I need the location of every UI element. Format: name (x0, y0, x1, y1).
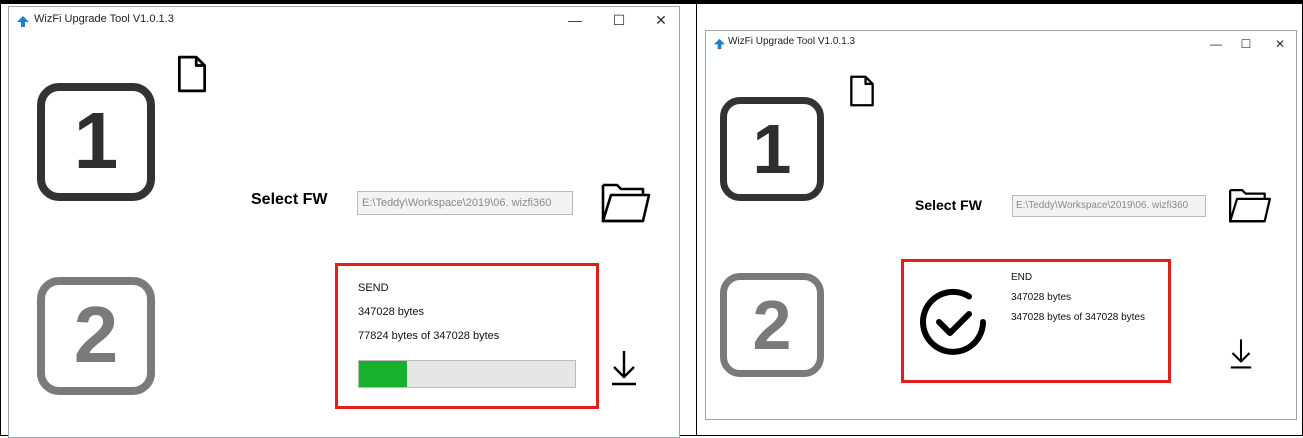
step-1-number: 1 (73, 96, 119, 185)
table-divider (696, 0, 697, 436)
title-bar[interactable]: WizFi Upgrade Tool V1.0.1.3 — ☐ ✕ (706, 31, 1296, 59)
upload-status-panel: SEND 347028 bytes 77824 bytes of 347028 … (335, 263, 599, 409)
step-1-badge: 1 (720, 97, 824, 201)
close-button[interactable]: ✕ (647, 9, 675, 31)
wizfi-app-icon (17, 16, 29, 27)
upload-status-panel: END 347028 bytes 347028 bytes of 347028 … (901, 259, 1171, 383)
step-2-number: 2 (73, 290, 119, 379)
fw-path-field[interactable]: E:\Teddy\Workspace\2019\06. wizfi360 (357, 191, 573, 215)
select-fw-label: Select FW (915, 197, 982, 213)
folder-open-icon[interactable] (1227, 185, 1273, 223)
progress-bar (358, 360, 576, 388)
status-text: END (1011, 272, 1033, 283)
file-size-text: 347028 bytes (1011, 292, 1072, 303)
close-button[interactable]: ✕ (1266, 33, 1294, 55)
progress-text: 347028 bytes of 347028 bytes (1011, 312, 1145, 323)
upgrade-window-sending: WizFi Upgrade Tool V1.0.1.3 — ☐ ✕ 1 Sele… (8, 6, 680, 438)
progress-bar-fill (359, 361, 408, 387)
window-title: WizFi Upgrade Tool V1.0.1.3 (728, 36, 856, 47)
window-title: WizFi Upgrade Tool V1.0.1.3 (34, 13, 174, 25)
fw-path-field[interactable]: E:\Teddy\Workspace\2019\06. wizfi360 (1012, 195, 1206, 217)
file-size-text: 347028 bytes (358, 306, 425, 318)
progress-text: 77824 bytes of 347028 bytes (358, 330, 500, 342)
step-2-badge: 2 (720, 273, 824, 377)
maximize-button[interactable]: ☐ (1232, 33, 1260, 55)
minimize-button[interactable]: — (561, 9, 589, 31)
minimize-button[interactable]: — (1202, 33, 1230, 55)
step-1-badge: 1 (37, 83, 155, 201)
file-icon[interactable] (175, 55, 209, 93)
title-bar[interactable]: WizFi Upgrade Tool V1.0.1.3 — ☐ ✕ (9, 7, 679, 35)
folder-open-icon[interactable] (600, 179, 652, 223)
step-2-badge: 2 (37, 277, 155, 395)
maximize-button[interactable]: ☐ (605, 9, 633, 31)
upgrade-window-complete: WizFi Upgrade Tool V1.0.1.3 — ☐ ✕ 1 Sele… (705, 30, 1297, 420)
check-circle-icon (920, 288, 986, 355)
download-arrow-icon[interactable] (1228, 336, 1254, 370)
wizfi-app-icon (713, 38, 726, 50)
file-icon[interactable] (848, 75, 876, 107)
download-arrow-icon[interactable] (609, 347, 639, 387)
select-fw-label: Select FW (251, 191, 328, 208)
status-text: SEND (358, 282, 389, 294)
step-2-number: 2 (752, 286, 792, 364)
step-1-number: 1 (752, 110, 792, 188)
